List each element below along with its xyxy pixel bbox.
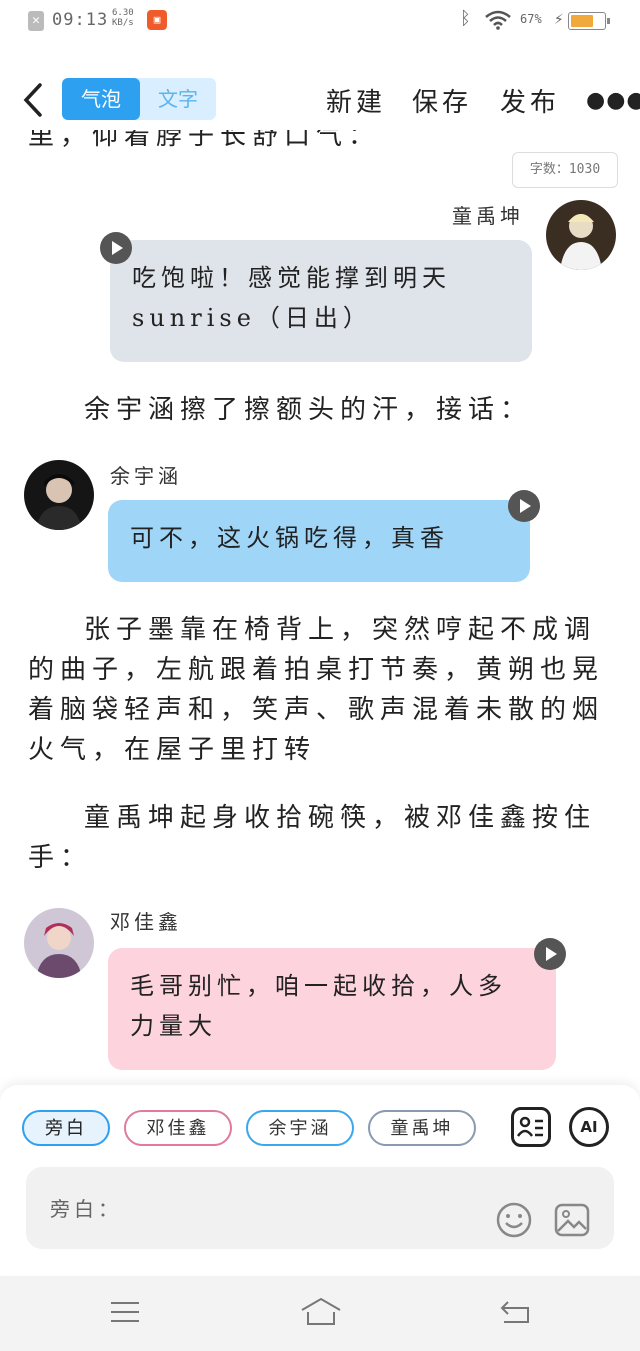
- image-icon[interactable]: [552, 1200, 592, 1240]
- character-card-icon[interactable]: [511, 1107, 551, 1147]
- tab-text[interactable]: 文字: [140, 78, 216, 120]
- menu-icon[interactable]: [108, 1298, 142, 1326]
- more-icon[interactable]: ●●●: [586, 88, 640, 113]
- avatar[interactable]: [546, 200, 616, 270]
- avatar[interactable]: [24, 908, 94, 978]
- home-icon[interactable]: [298, 1296, 344, 1328]
- app-notification-icon: ▣: [147, 10, 167, 30]
- chat-bubble[interactable]: 吃饱啦！感觉能撑到明天sunrise（日出）: [110, 240, 532, 362]
- battery-icon: [568, 12, 610, 30]
- play-icon[interactable]: [100, 232, 132, 264]
- chip-deng-jiaxin[interactable]: 邓佳鑫: [124, 1110, 232, 1146]
- chip-tong-yukun[interactable]: 童禹坤: [368, 1110, 476, 1146]
- play-icon[interactable]: [534, 938, 566, 970]
- tab-bubble[interactable]: 气泡: [62, 78, 140, 120]
- speaker-name: 童禹坤: [452, 204, 524, 228]
- chip-narration[interactable]: 旁白: [22, 1110, 110, 1146]
- narration-paragraph[interactable]: 童禹坤起身收拾碗筷，被邓佳鑫按住手：: [28, 798, 618, 878]
- charging-icon: ⚡: [554, 9, 564, 28]
- input-placeholder: 旁白：: [50, 1197, 122, 1221]
- cut-off-paragraph: 里，仰着脖子长舒口气：: [28, 130, 381, 151]
- save-button[interactable]: 保存: [412, 82, 472, 119]
- emoji-icon[interactable]: [494, 1200, 534, 1240]
- ai-button[interactable]: AI: [569, 1107, 609, 1147]
- avatar[interactable]: [24, 460, 94, 530]
- mode-switch: 气泡 文字: [62, 78, 216, 120]
- publish-button[interactable]: 发布: [500, 82, 560, 119]
- new-button[interactable]: 新建: [326, 82, 386, 119]
- narration-paragraph[interactable]: 余宇涵擦了擦额头的汗，接话：: [28, 390, 618, 430]
- word-count: 字数：1030: [512, 152, 618, 188]
- wifi-icon: [485, 10, 511, 30]
- back-nav-icon[interactable]: [498, 1298, 532, 1326]
- narration-paragraph[interactable]: 张子墨靠在椅背上，突然哼起不成调的曲子，左航跟着拍桌打节奏，黄朔也晃着脑袋轻声和…: [28, 610, 618, 770]
- back-chevron-icon[interactable]: [18, 82, 48, 118]
- network-speed: 6.30 KB/s: [112, 8, 134, 28]
- speaker-name: 余宇涵: [110, 464, 182, 488]
- chip-yu-yuhan[interactable]: 余宇涵: [246, 1110, 354, 1146]
- close-notification-icon: ✕: [28, 11, 44, 31]
- bluetooth-icon: ᛒ: [460, 8, 471, 29]
- play-icon[interactable]: [508, 490, 540, 522]
- status-time: 09:13: [52, 10, 109, 30]
- status-bar: ✕ 09:13 6.30 KB/s ▣ ᛒ 67% ⚡: [0, 0, 640, 44]
- battery-percent: 67%: [520, 12, 542, 26]
- chat-bubble[interactable]: 毛哥别忙，咱一起收拾，人多力量大: [108, 948, 556, 1070]
- chat-bubble[interactable]: 可不，这火锅吃得，真香: [108, 500, 530, 582]
- speaker-name: 邓佳鑫: [110, 910, 182, 934]
